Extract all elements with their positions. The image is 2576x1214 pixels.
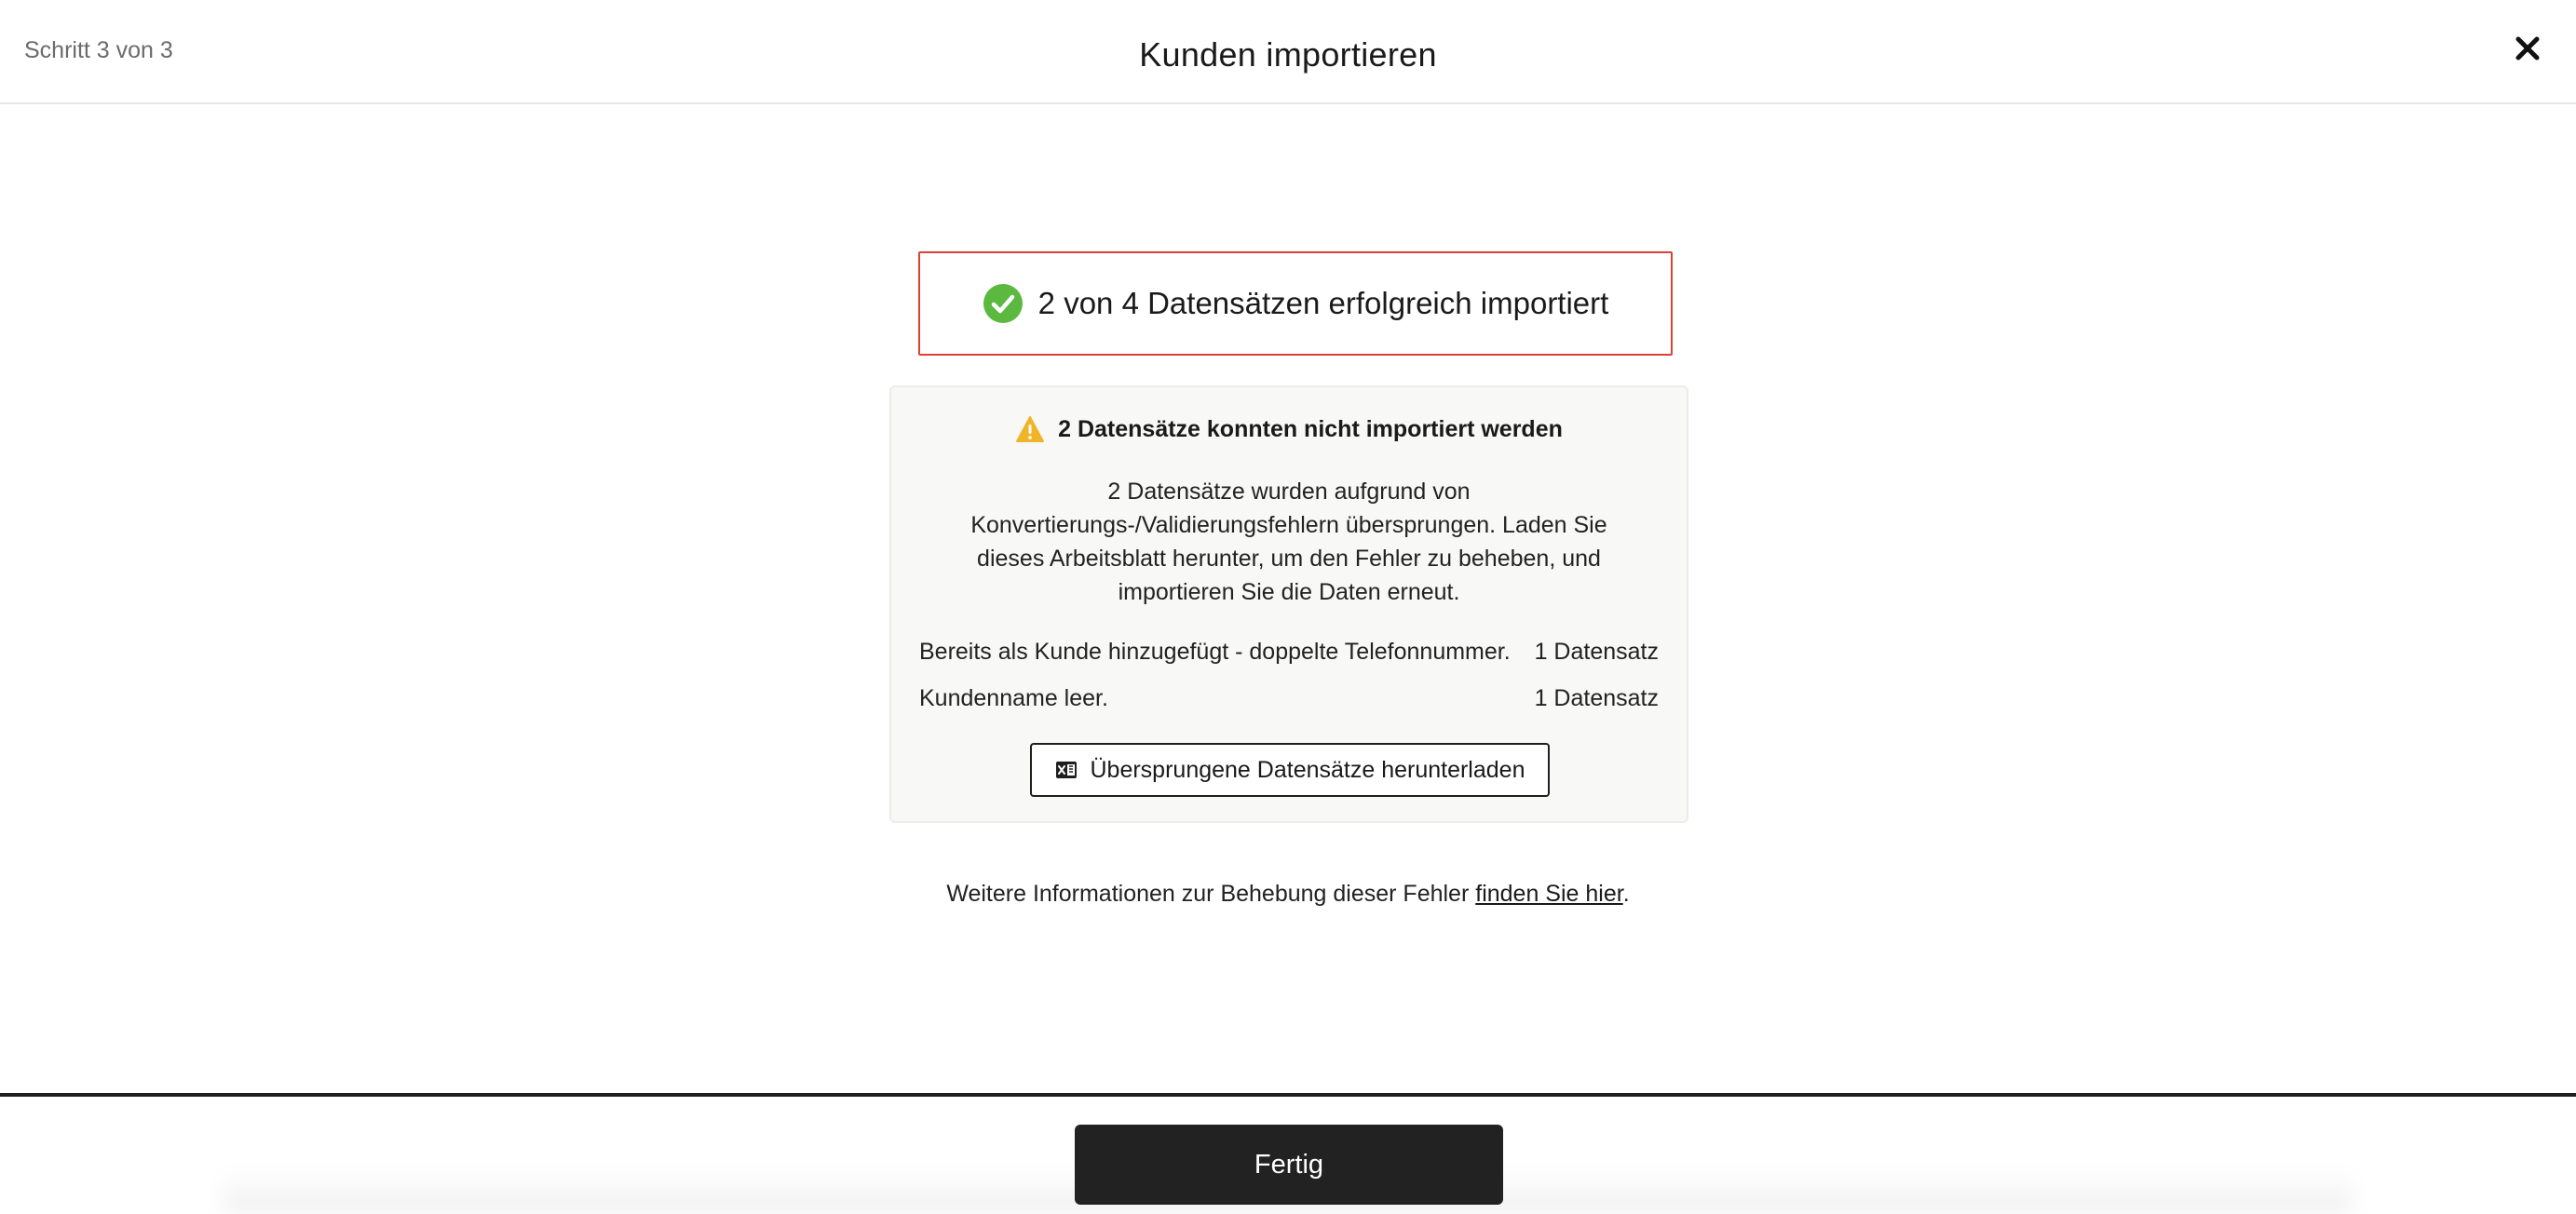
description-line: Konvertierungs-/Validierungsfehlern über… [970,512,1607,538]
close-icon [2515,36,2540,61]
modal-header: Schritt 3 von 3 Kunden importieren [0,0,2576,104]
error-count: 1 Datensatz [1534,639,1659,665]
download-skipped-button[interactable]: Übersprungene Datensätze herunterladen [1030,743,1550,797]
close-button[interactable] [2507,28,2548,69]
success-banner: 2 von 4 Datensätzen erfolgreich importie… [918,251,1673,356]
description-line: 2 Datensätze wurden aufgrund von [1107,479,1471,505]
success-message: 2 von 4 Datensätzen erfolgreich importie… [1037,286,1609,320]
skipped-records-panel: 2 Datensätze konnten nicht importiert we… [889,385,1688,823]
error-count: 1 Datensatz [1534,685,1659,711]
modal-title: Kunden importieren [1139,35,1437,74]
download-button-label: Übersprungene Datensätze herunterladen [1090,756,1525,783]
help-link[interactable]: finden Sie hier [1475,881,1622,907]
help-text: Weitere Informationen zur Behebung diese… [0,881,2576,908]
warning-icon [1016,416,1045,442]
import-modal: Schritt 3 von 3 Kunden importieren 2 von… [0,0,2576,1214]
excel-file-icon [1055,762,1077,778]
description-line: dieses Arbeitsblatt herunter, um den Feh… [977,546,1601,572]
error-row: Bereits als Kunde hinzugefügt - doppelte… [919,639,1659,666]
error-reason: Kundenname leer. [919,685,1108,711]
done-button[interactable]: Fertig [1075,1125,1503,1205]
help-text-suffix: . [1622,881,1630,907]
warning-title: 2 Datensätze konnten nicht importiert we… [1058,415,1563,442]
error-reason: Bereits als Kunde hinzugefügt - doppelte… [919,639,1511,665]
warning-header: 2 Datensätze konnten nicht importiert we… [891,415,1687,443]
error-row: Kundenname leer. 1 Datensatz [919,685,1659,712]
check-circle-icon [983,284,1023,323]
modal-footer: Fertig [0,1093,2576,1214]
help-text-prefix: Weitere Informationen zur Behebung diese… [946,881,1476,907]
description-line: importieren Sie die Daten erneut. [1118,579,1460,605]
done-button-label: Fertig [1254,1149,1324,1180]
error-description: 2 Datensätze wurden aufgrund von Konvert… [947,475,1631,609]
